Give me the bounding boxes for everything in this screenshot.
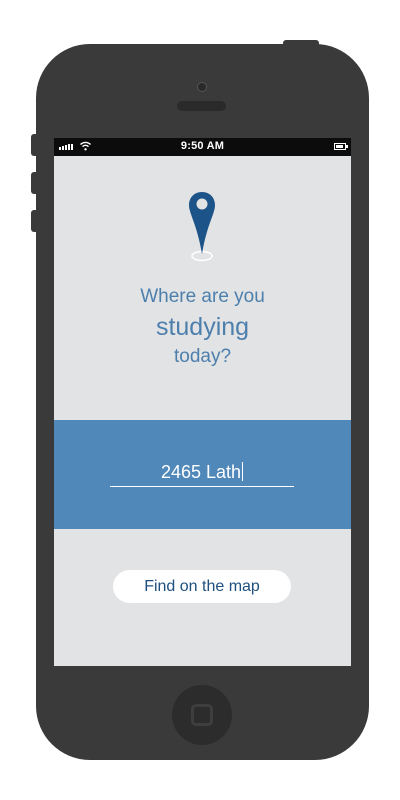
- prompt-line-2: studying: [155, 313, 250, 341]
- front-camera: [197, 82, 207, 92]
- location-input[interactable]: 2465 Lath: [110, 460, 294, 487]
- text-caret: [242, 462, 244, 481]
- home-button[interactable]: [172, 685, 232, 745]
- home-button-icon: [191, 704, 213, 726]
- battery-icon: [334, 143, 348, 150]
- location-input-panel: 2465 Lath: [54, 420, 351, 529]
- phone-screen: 9:50 AM Where are you studying today? 24…: [54, 138, 351, 666]
- location-input-value: 2465 Lath: [160, 462, 242, 482]
- prompt-line-3: today?: [173, 346, 232, 367]
- find-on-map-button[interactable]: Find on the map: [113, 570, 291, 603]
- status-bar: 9:50 AM: [54, 138, 351, 156]
- prompt-line-1: Where are you: [140, 286, 265, 307]
- status-time: 9:50 AM: [180, 140, 225, 152]
- earpiece-speaker: [177, 101, 226, 111]
- mockup-stage: 9:50 AM Where are you studying today? 24…: [0, 0, 400, 800]
- map-pin-icon: [189, 192, 215, 262]
